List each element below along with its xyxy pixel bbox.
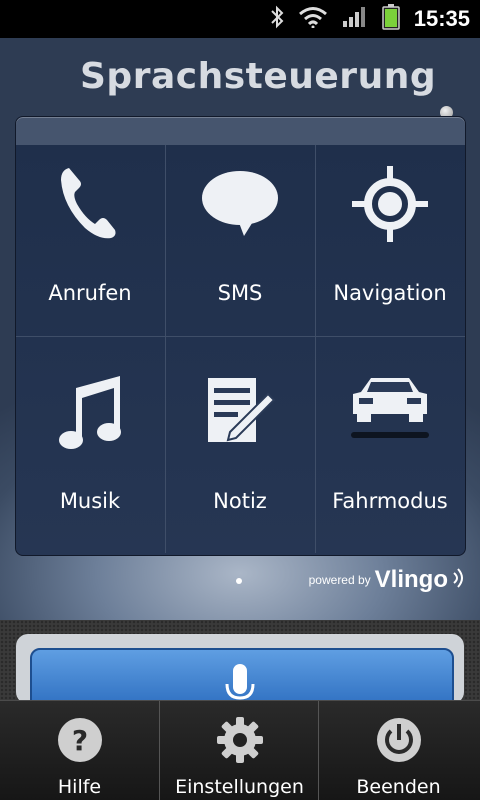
bluetooth-icon: [270, 5, 284, 33]
crosshair-icon: [316, 149, 464, 259]
powered-by-vlingo: powered by Vlingo: [309, 566, 466, 594]
signal-icon: [342, 6, 368, 32]
battery-icon: [381, 4, 400, 34]
menu-hilfe[interactable]: ? Hilfe: [0, 701, 159, 800]
phone-icon: [16, 149, 164, 259]
command-grid: Anrufen SMS Navigation Musik Notiz Fahrm…: [15, 116, 466, 556]
menu-label: Hilfe: [57, 776, 102, 798]
options-menu: ? Hilfe Einstellungen Beenden: [0, 700, 480, 800]
menu-beenden[interactable]: Beenden: [319, 701, 478, 800]
page-title: Sprachsteuerung: [80, 56, 437, 97]
menu-label: Einstellungen: [175, 776, 304, 798]
note-pen-icon: [166, 357, 314, 467]
tile-fahrmodus[interactable]: Fahrmodus: [316, 353, 464, 553]
tile-label: Fahrmodus: [332, 489, 448, 513]
clock: 15:35: [413, 6, 470, 31]
svg-text:?: ?: [71, 724, 87, 757]
power-icon: [319, 715, 478, 765]
status-bar: 15:35: [0, 0, 480, 38]
tile-label: Navigation: [333, 281, 447, 305]
speech-bubble-icon: [166, 149, 314, 259]
tile-label: Notiz: [213, 489, 267, 513]
main-area: Sprachsteuerung Anrufen SMS Navigation M…: [0, 38, 480, 620]
brand-logo: Vlingo: [374, 566, 448, 593]
powered-by-text: powered by: [308, 573, 371, 587]
car-icon: [316, 357, 464, 467]
microphone-icon: [224, 664, 256, 704]
tile-musik[interactable]: Musik: [16, 353, 164, 553]
status-icons: 15:35: [270, 0, 470, 38]
tile-sms[interactable]: SMS: [166, 145, 314, 345]
screen: 15:35 Sprachsteuerung Anrufen SMS Naviga…: [0, 0, 480, 800]
menu-einstellungen[interactable]: Einstellungen: [160, 701, 319, 800]
wifi-icon: [298, 6, 328, 32]
tile-anrufen[interactable]: Anrufen: [16, 145, 164, 345]
page-indicator: [236, 578, 242, 584]
tile-label: Musik: [59, 489, 121, 513]
tile-notiz[interactable]: Notiz: [166, 353, 314, 553]
menu-label: Beenden: [356, 776, 441, 798]
signal-waves-icon: [452, 567, 466, 593]
tile-label: SMS: [217, 281, 263, 305]
gear-icon: [160, 715, 319, 765]
tile-label: Anrufen: [48, 281, 132, 305]
tile-navigation[interactable]: Navigation: [316, 145, 464, 345]
help-icon: ?: [0, 715, 159, 765]
music-note-icon: [16, 357, 164, 467]
